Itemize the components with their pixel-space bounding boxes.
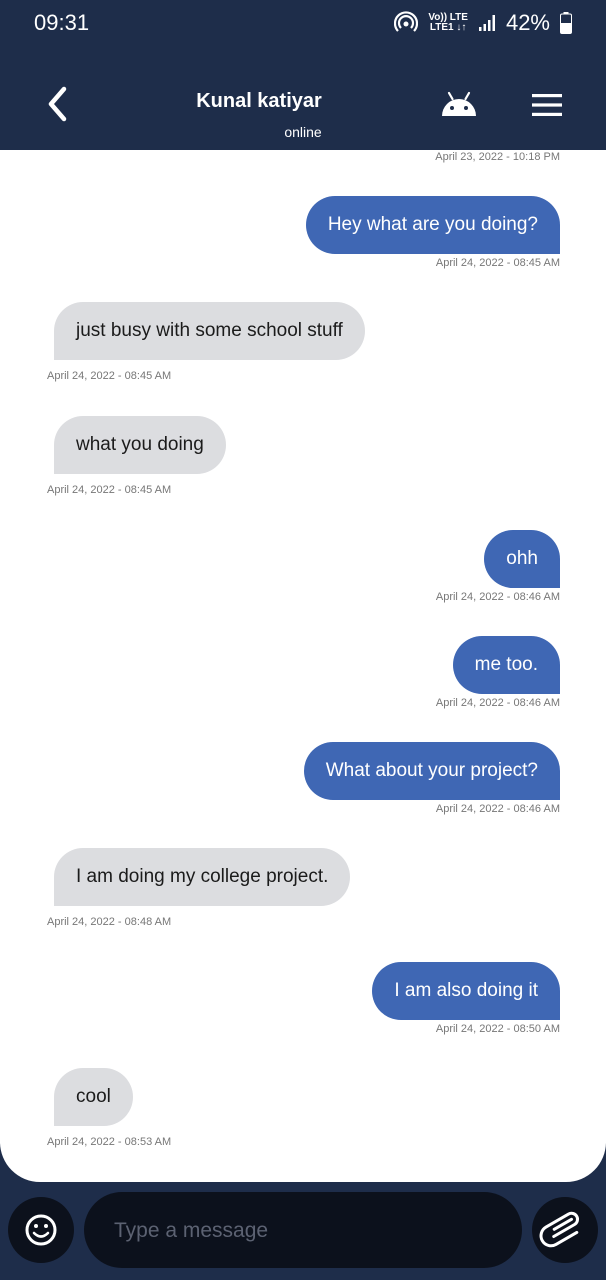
message-composer bbox=[0, 1182, 606, 1280]
outgoing-message-bubble[interactable]: ohh bbox=[484, 530, 560, 588]
incoming-message-bubble[interactable]: cool bbox=[54, 1068, 133, 1126]
outgoing-message-bubble[interactable]: Hey what are you doing? bbox=[305, 196, 560, 254]
hotspot-icon bbox=[394, 11, 419, 32]
message-timestamp: April 24, 2022 - 08:45 AM bbox=[47, 370, 172, 382]
network-indicator: Vo)) LTE LTE1 ↓↑ bbox=[428, 12, 468, 33]
status-bar: 09:31 Vo)) LTE LTE1 ↓↑ 42% bbox=[0, 0, 606, 48]
android-button[interactable] bbox=[440, 90, 478, 118]
message-list[interactable]: April 23, 2022 - 10:18 PM Hey what are y… bbox=[0, 150, 606, 1182]
signal-icon bbox=[478, 15, 495, 31]
outgoing-message-bubble[interactable]: I am also doing it bbox=[372, 962, 560, 1020]
message-timestamp: April 24, 2022 - 08:46 AM bbox=[435, 697, 560, 709]
message-timestamp: April 24, 2022 - 08:46 AM bbox=[435, 803, 560, 815]
emoji-icon bbox=[25, 1214, 57, 1246]
incoming-message-bubble[interactable]: what you doing bbox=[54, 416, 226, 474]
incoming-message-bubble[interactable]: I am doing my college project. bbox=[54, 848, 351, 906]
message-timestamp: April 24, 2022 - 08:53 AM bbox=[47, 1136, 172, 1148]
message-timestamp: April 23, 2022 - 10:18 PM bbox=[435, 151, 560, 163]
message-timestamp: April 24, 2022 - 08:50 AM bbox=[435, 1023, 560, 1035]
contact-status: online bbox=[284, 124, 322, 140]
incoming-message-bubble[interactable]: just busy with some school stuff bbox=[54, 302, 365, 360]
battery-level: 42% bbox=[505, 10, 550, 35]
emoji-button[interactable] bbox=[8, 1197, 74, 1263]
outgoing-message-bubble[interactable]: me too. bbox=[452, 636, 560, 694]
message-timestamp: April 24, 2022 - 08:45 AM bbox=[47, 484, 172, 496]
attach-button[interactable] bbox=[532, 1197, 598, 1263]
status-time: 09:31 bbox=[34, 10, 90, 35]
message-input-container bbox=[84, 1192, 522, 1270]
outgoing-message-bubble[interactable]: What about your project? bbox=[303, 742, 560, 800]
menu-button[interactable] bbox=[531, 92, 563, 118]
message-input[interactable] bbox=[112, 1192, 496, 1270]
paperclip-icon bbox=[539, 1211, 579, 1248]
android-icon bbox=[442, 91, 476, 116]
message-timestamp: April 24, 2022 - 08:46 AM bbox=[435, 591, 560, 603]
status-icons: Vo)) LTE LTE1 ↓↑ 42% bbox=[394, 10, 572, 36]
chat-header: Kunal katiyar online bbox=[0, 48, 606, 150]
message-timestamp: April 24, 2022 - 08:45 AM bbox=[435, 257, 560, 269]
battery-icon bbox=[560, 12, 572, 34]
message-timestamp: April 24, 2022 - 08:48 AM bbox=[47, 916, 172, 928]
hamburger-menu-icon bbox=[532, 94, 562, 116]
